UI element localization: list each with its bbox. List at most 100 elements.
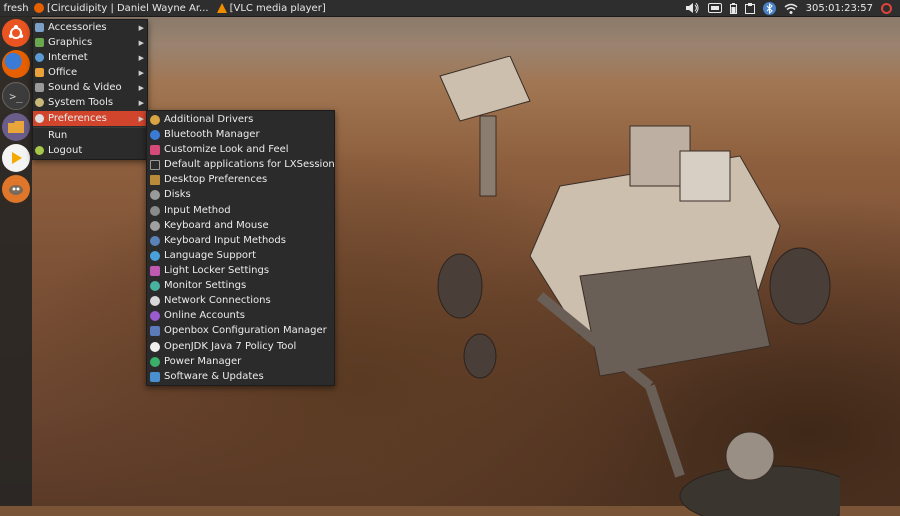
menu-item-keyboard-input-methods[interactable]: Keyboard Input Methods [147, 233, 334, 248]
submenu-arrow-icon: ▶ [138, 83, 144, 92]
power-icon[interactable] [881, 2, 892, 14]
menu-item-input-method[interactable]: Input Method [147, 203, 334, 218]
submenu-arrow-icon: ▶ [138, 114, 144, 123]
menu-item-monitor-settings[interactable]: Monitor Settings [147, 278, 334, 293]
menu-item-bluetooth-manager[interactable]: Bluetooth Manager [147, 127, 334, 142]
drivers-icon [150, 114, 160, 125]
terminal-icon[interactable]: >_ [2, 82, 30, 110]
taskbar-item-vlc[interactable]: [VLC media player] [216, 2, 326, 14]
files-icon[interactable] [2, 113, 30, 141]
menu-item-label: Online Accounts [164, 310, 246, 321]
top-panel: fresh [Circuidipity | Daniel Wayne Ar...… [0, 0, 900, 17]
lock-icon [150, 265, 160, 276]
logout-icon [35, 146, 44, 155]
menu-item-label: Monitor Settings [164, 280, 247, 291]
menu-item-run[interactable]: Run [33, 128, 147, 143]
menu-item-label: Keyboard Input Methods [164, 235, 286, 246]
menu-item-network-connections[interactable]: Network Connections [147, 293, 334, 308]
internet-icon [35, 53, 44, 62]
menu-item-additional-drivers[interactable]: Additional Drivers [147, 112, 334, 127]
menu-item-customize-look[interactable]: Customize Look and Feel [147, 142, 334, 157]
menu-item-label: OpenJDK Java 7 Policy Tool [164, 341, 297, 352]
openbox-icon [150, 325, 160, 336]
gimp-icon[interactable] [2, 175, 30, 203]
vlc-icon [216, 3, 227, 13]
online-accounts-icon [150, 310, 160, 321]
menu-item-openbox-config[interactable]: Openbox Configuration Manager [147, 323, 334, 338]
menu-item-label: Bluetooth Manager [164, 129, 260, 140]
menu-item-label: Keyboard and Mouse [164, 220, 269, 231]
menu-item-label: Preferences [48, 113, 107, 124]
graphics-icon [35, 38, 44, 47]
menu-item-label: Sound & Video [48, 82, 122, 93]
preferences-submenu: Additional Drivers Bluetooth Manager Cus… [146, 110, 335, 386]
menu-item-label: Additional Drivers [164, 114, 254, 125]
menu-item-java-policy-tool[interactable]: OpenJDK Java 7 Policy Tool [147, 339, 334, 354]
desktop-icon [150, 174, 160, 185]
menu-item-label: Graphics [48, 37, 93, 48]
menu-item-label: Customize Look and Feel [164, 144, 289, 155]
menu-item-preferences[interactable]: Preferences ▶ [33, 111, 147, 126]
menu-item-label: Power Manager [164, 356, 242, 367]
menu-item-label: Desktop Preferences [164, 174, 268, 185]
firefox-icon[interactable] [2, 50, 30, 78]
menu-item-label: Accessories [48, 22, 107, 33]
menu-item-office[interactable]: Office ▶ [33, 65, 147, 80]
volume-icon[interactable] [685, 3, 700, 13]
menu-item-default-applications[interactable]: Default applications for LXSession [147, 157, 335, 172]
input-method-icon [150, 205, 160, 216]
taskbar-item-label: [Circuidipity | Daniel Wayne Ar... [47, 2, 209, 14]
office-icon [35, 68, 44, 77]
menu-item-online-accounts[interactable]: Online Accounts [147, 308, 334, 323]
menu-item-label: Default applications for LXSession [164, 159, 335, 170]
menu-item-label: Language Support [164, 250, 257, 261]
menu-item-disks[interactable]: Disks [147, 187, 334, 202]
submenu-arrow-icon: ▶ [138, 23, 144, 32]
menu-item-keyboard-mouse[interactable]: Keyboard and Mouse [147, 218, 334, 233]
keyboard-layout-icon[interactable] [707, 3, 722, 13]
wifi-icon[interactable] [784, 3, 798, 14]
software-updates-icon [150, 371, 160, 382]
language-icon [150, 250, 160, 261]
monitor-icon [150, 280, 160, 291]
menu-item-accessories[interactable]: Accessories ▶ [33, 20, 147, 35]
clipboard-icon[interactable] [744, 2, 755, 14]
menu-item-language-support[interactable]: Language Support [147, 248, 334, 263]
menu-launcher-label[interactable]: fresh [0, 3, 32, 14]
mars-rover-image [437, 56, 840, 516]
menu-item-label: Openbox Configuration Manager [164, 325, 327, 336]
accessories-icon [35, 23, 44, 32]
menu-item-system-tools[interactable]: System Tools ▶ [33, 95, 147, 110]
bluetooth-icon[interactable] [762, 1, 776, 15]
battery-icon[interactable] [729, 2, 737, 14]
menu-item-label: Office [48, 67, 78, 78]
taskbar-item-browser[interactable]: [Circuidipity | Daniel Wayne Ar... [34, 3, 209, 14]
menu-item-desktop-preferences[interactable]: Desktop Preferences [147, 172, 334, 187]
keyboard-icon [150, 235, 160, 246]
clock[interactable]: 305:01:23:57 [806, 3, 873, 14]
menu-item-label: Logout [48, 145, 83, 156]
media-player-icon[interactable] [2, 144, 30, 172]
menu-item-light-locker[interactable]: Light Locker Settings [147, 263, 334, 278]
menu-item-label: Run [48, 130, 68, 141]
firefox-icon [34, 3, 44, 13]
taskbar-item-label: [VLC media player] [229, 2, 326, 14]
java-icon [150, 341, 160, 352]
submenu-arrow-icon: ▶ [138, 98, 144, 107]
menu-item-label: Disks [164, 189, 191, 200]
launcher-dock: >_ [0, 16, 32, 506]
ubuntu-logo-icon[interactable] [2, 19, 30, 47]
menu-item-software-updates[interactable]: Software & Updates [147, 369, 334, 384]
menu-item-label: Network Connections [164, 295, 271, 306]
menu-item-sound-video[interactable]: Sound & Video ▶ [33, 80, 147, 95]
menu-item-internet[interactable]: Internet ▶ [33, 50, 147, 65]
menu-item-label: Input Method [164, 205, 231, 216]
menu-item-label: Software & Updates [164, 371, 264, 382]
menu-item-power-manager[interactable]: Power Manager [147, 354, 334, 369]
menu-item-logout[interactable]: Logout [33, 143, 147, 158]
menu-item-label: Internet [48, 52, 88, 63]
menu-item-graphics[interactable]: Graphics ▶ [33, 35, 147, 50]
submenu-arrow-icon: ▶ [138, 68, 144, 77]
disks-icon [150, 189, 160, 200]
preferences-icon [35, 114, 44, 123]
